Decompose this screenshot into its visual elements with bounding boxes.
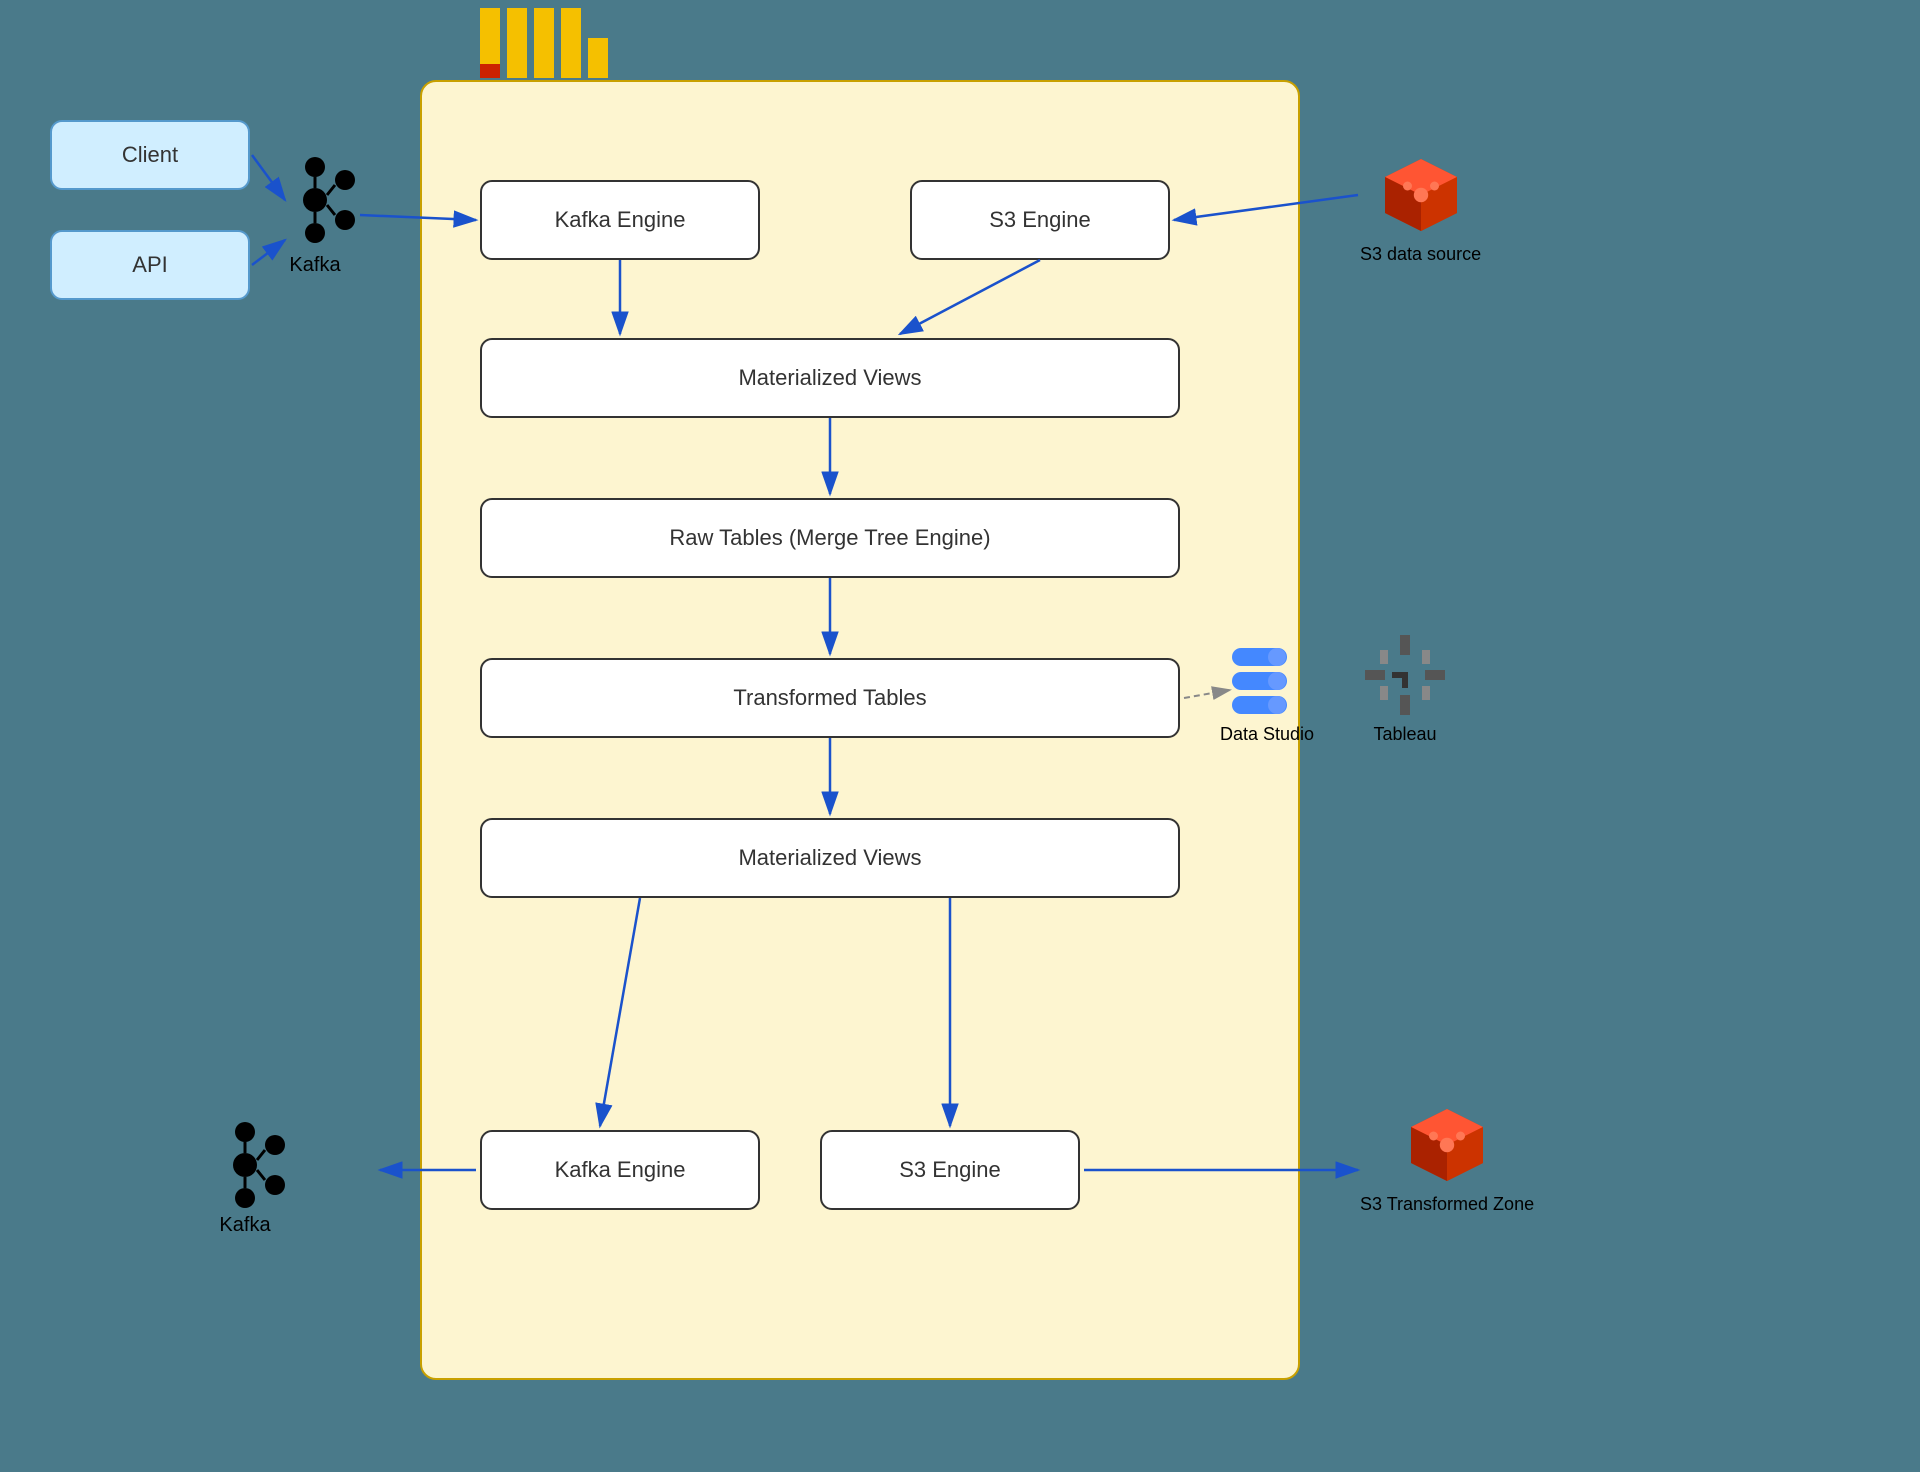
materialized-views-2-label: Materialized Views — [738, 845, 921, 871]
s3-engine-top-node: S3 Engine — [910, 180, 1170, 260]
diagram-container: Client API Kafka Kafka Engine — [0, 0, 1920, 1472]
raw-tables-node: Raw Tables (Merge Tree Engine) — [480, 498, 1180, 578]
client-box: Client — [50, 120, 250, 190]
materialized-views-1-node: Materialized Views — [480, 338, 1180, 418]
kafka-engine-bottom-label: Kafka Engine — [555, 1157, 686, 1183]
transformed-tables-label: Transformed Tables — [733, 685, 926, 711]
kafka-top-label: Kafka — [270, 254, 360, 277]
tableau-label: Tableau — [1373, 724, 1436, 745]
s3-data-source: S3 data source — [1360, 150, 1481, 265]
materialized-views-2-node: Materialized Views — [480, 818, 1180, 898]
kafka-engine-top-label: Kafka Engine — [555, 207, 686, 233]
api-box: API — [50, 230, 250, 300]
s3-transformed-label: S3 Transformed Zone — [1360, 1194, 1534, 1215]
data-studio-label: Data Studio — [1220, 724, 1314, 745]
api-label: API — [132, 252, 167, 278]
s3-engine-top-label: S3 Engine — [989, 207, 1091, 233]
raw-tables-label: Raw Tables (Merge Tree Engine) — [669, 525, 990, 551]
kafka-bottom-icon: Kafka — [200, 1120, 290, 1237]
data-studio-icon: Data Studio — [1220, 640, 1314, 745]
client-label: Client — [122, 142, 178, 168]
kafka-bottom-label: Kafka — [219, 1214, 270, 1237]
s3-engine-bottom-label: S3 Engine — [899, 1157, 1001, 1183]
transformed-tables-node: Transformed Tables — [480, 658, 1180, 738]
kafka-top-icon: Kafka — [270, 155, 360, 277]
kafka-bars-icon — [480, 8, 608, 78]
materialized-views-1-label: Materialized Views — [738, 365, 921, 391]
s3-data-source-label: S3 data source — [1360, 244, 1481, 265]
tableau-icon: Tableau — [1360, 630, 1450, 745]
kafka-engine-top-node: Kafka Engine — [480, 180, 760, 260]
s3-engine-bottom-node: S3 Engine — [820, 1130, 1080, 1210]
s3-transformed-zone: S3 Transformed Zone — [1360, 1100, 1534, 1215]
kafka-engine-bottom-node: Kafka Engine — [480, 1130, 760, 1210]
